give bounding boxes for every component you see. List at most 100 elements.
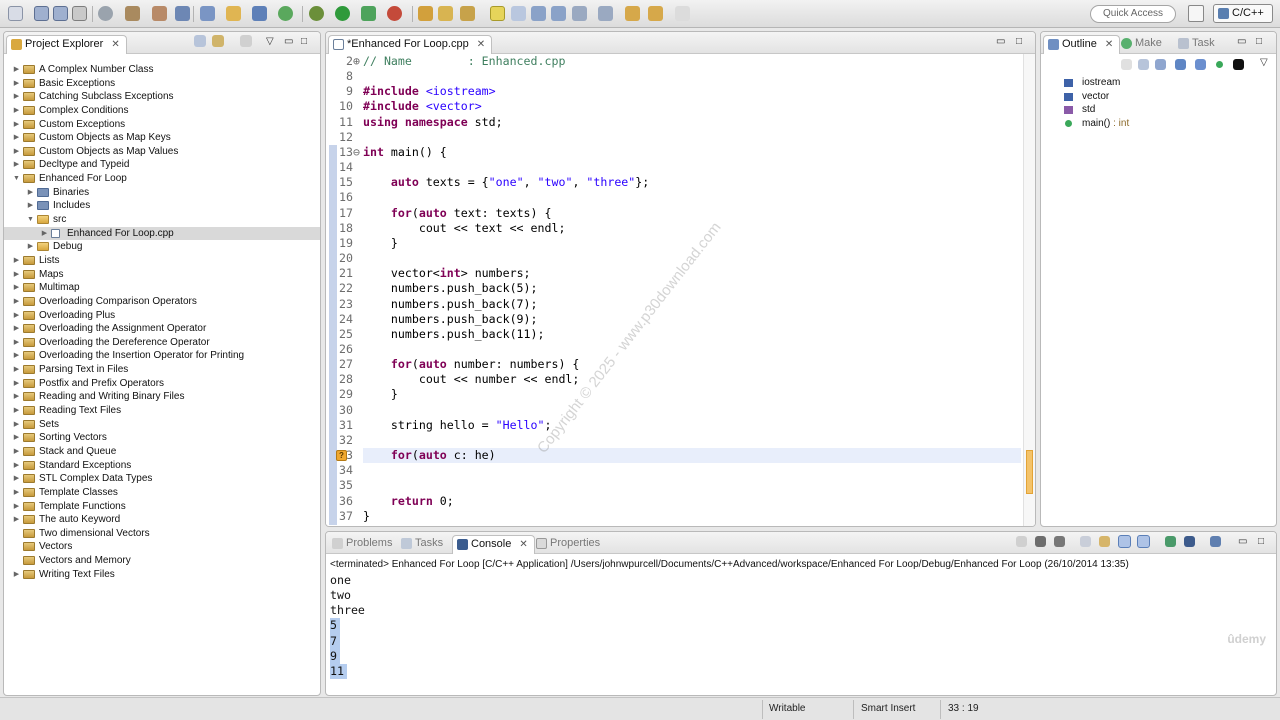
collapsed-arrow-icon[interactable]: ▶	[12, 513, 21, 527]
tree-item[interactable]: ▶ Multimap	[4, 281, 320, 295]
outline-item[interactable]: iostream	[1041, 76, 1276, 90]
maximize-icon[interactable]: □	[301, 37, 307, 47]
close-icon[interactable]: ✕	[1105, 39, 1113, 50]
collapsed-arrow-icon[interactable]: ▶	[12, 268, 21, 282]
scroll-lock-icon[interactable]	[1099, 536, 1110, 547]
back-arrow-icon[interactable]	[648, 6, 663, 21]
tree-item[interactable]: ▶ Overloading Plus	[4, 309, 320, 323]
tree-item[interactable]: ▶ Overloading the Assignment Operator	[4, 322, 320, 336]
tree-item[interactable]: ▶ Debug	[4, 240, 320, 254]
collapsed-arrow-icon[interactable]: ▶	[40, 227, 49, 241]
collapsed-arrow-icon[interactable]: ▶	[12, 309, 21, 323]
view-menu-icon[interactable]: ▽	[266, 37, 274, 47]
tree-item[interactable]: ▶ STL Complex Data Types	[4, 472, 320, 486]
tree-item[interactable]: ▶ Stack and Queue	[4, 445, 320, 459]
tree-item[interactable]: ▶ Decltype and Typeid	[4, 158, 320, 172]
display-console-icon[interactable]	[1184, 536, 1195, 547]
new-class-icon[interactable]	[252, 6, 267, 21]
code-line[interactable]: numbers.push_back(5);	[363, 281, 1021, 296]
tree-item[interactable]: Vectors and Memory	[4, 554, 320, 568]
tab-outline[interactable]: Outline ✕	[1043, 35, 1121, 54]
collapsed-arrow-icon[interactable]: ▶	[26, 240, 35, 254]
tree-item[interactable]: ▶ Custom Objects as Map Values	[4, 145, 320, 159]
tree-item[interactable]: ▶ Catching Subclass Exceptions	[4, 90, 320, 104]
save-icon[interactable]	[34, 6, 49, 21]
tree-item[interactable]: ▶ Parsing Text in Files	[4, 363, 320, 377]
collapsed-arrow-icon[interactable]: ▶	[12, 158, 21, 172]
code-line[interactable]	[363, 433, 1021, 448]
code-line[interactable]	[363, 463, 1021, 478]
minimize-icon[interactable]: ▭	[1237, 37, 1246, 47]
maximize-icon[interactable]: □	[1256, 37, 1262, 47]
view-menu-icon[interactable]: ▽	[1260, 58, 1268, 68]
tree-item[interactable]: ▶ Sorting Vectors	[4, 431, 320, 445]
tree-item[interactable]: ▶ Writing Text Files	[4, 568, 320, 582]
new-source-icon[interactable]	[278, 6, 293, 21]
code-line[interactable]: for(auto text: texts) {	[363, 206, 1021, 221]
toggle-mark-icon[interactable]	[511, 6, 526, 21]
tab-task[interactable]: Task	[1174, 35, 1215, 54]
build-icon[interactable]	[125, 6, 140, 21]
code-line[interactable]: for(auto c: he)	[363, 448, 1021, 464]
next-annotation-icon[interactable]	[572, 6, 587, 21]
close-icon[interactable]: ✕	[519, 539, 527, 550]
collapsed-arrow-icon[interactable]: ▶	[12, 363, 21, 377]
minimize-icon[interactable]: ▭	[284, 37, 293, 47]
collapsed-arrow-icon[interactable]: ▶	[12, 486, 21, 500]
outline-item[interactable]: vector	[1041, 90, 1276, 104]
external-tools-icon[interactable]	[387, 6, 402, 21]
hide-nonpublic-icon[interactable]	[1216, 61, 1223, 68]
new-folder-icon[interactable]	[226, 6, 241, 21]
terminate-icon[interactable]	[1016, 536, 1027, 547]
code-line[interactable]: using namespace std;	[363, 115, 1021, 130]
code-line[interactable]: cout << text << endl;	[363, 221, 1021, 236]
tree-item[interactable]: ▶ Binaries	[4, 186, 320, 200]
tree-item[interactable]: ▶ Standard Exceptions	[4, 459, 320, 473]
code-line[interactable]: numbers.push_back(11);	[363, 327, 1021, 342]
collapsed-arrow-icon[interactable]: ▶	[12, 145, 21, 159]
save-all-icon[interactable]	[53, 6, 68, 21]
code-line[interactable]: return 0;	[363, 494, 1021, 509]
pin-console-icon[interactable]	[1165, 536, 1176, 547]
tree-item[interactable]: ▶ Reading Text Files	[4, 404, 320, 418]
tree-item[interactable]: ▼ src	[4, 213, 320, 227]
back-icon[interactable]	[625, 6, 640, 21]
close-icon[interactable]: ✕	[477, 39, 485, 50]
collapsed-arrow-icon[interactable]: ▶	[12, 568, 21, 582]
code-line[interactable]	[363, 130, 1021, 145]
tree-item[interactable]: ▶ Basic Exceptions	[4, 77, 320, 91]
collapsed-arrow-icon[interactable]: ▶	[12, 431, 21, 445]
code-line[interactable]	[363, 69, 1021, 84]
tree-item[interactable]: ▶ Custom Objects as Map Keys	[4, 131, 320, 145]
code-editor[interactable]: 2⊕ 8 9 10 11 12 13⊖ 14 15 16 17 18 19 20 2…	[326, 54, 1035, 526]
tree-item[interactable]: ▶ Overloading the Dereference Operator	[4, 336, 320, 350]
sort-alpha-icon[interactable]	[1155, 59, 1166, 70]
collapsed-arrow-icon[interactable]: ▶	[12, 390, 21, 404]
prev-annotation-icon[interactable]	[598, 6, 613, 21]
code-line[interactable]: numbers.push_back(9);	[363, 312, 1021, 327]
collapsed-arrow-icon[interactable]: ▶	[12, 322, 21, 336]
outline-item[interactable]: std	[1041, 103, 1276, 117]
run-configs-icon[interactable]	[361, 6, 376, 21]
tree-item[interactable]: ▶ Sets	[4, 418, 320, 432]
open-type-icon[interactable]	[418, 6, 433, 21]
code-line[interactable]: for(auto number: numbers) {	[363, 357, 1021, 372]
collapsed-arrow-icon[interactable]: ▶	[12, 472, 21, 486]
code-line[interactable]	[363, 403, 1021, 418]
open-console-icon[interactable]	[1210, 536, 1221, 547]
print-icon[interactable]	[72, 6, 87, 21]
code-line[interactable]: cout << number << endl;	[363, 372, 1021, 387]
word-wrap-icon[interactable]	[1118, 535, 1131, 548]
code-area[interactable]: // Name : Enhanced.cpp #include <iostrea…	[363, 54, 1021, 524]
remove-launch-icon[interactable]	[1035, 536, 1046, 547]
filter-icon[interactable]	[240, 35, 252, 47]
code-line[interactable]	[363, 478, 1021, 493]
tree-item[interactable]: ▶ The auto Keyword	[4, 513, 320, 527]
quick-access-field[interactable]: Quick Access	[1090, 5, 1176, 23]
code-line[interactable]: numbers.push_back(7);	[363, 297, 1021, 312]
tree-item[interactable]: ▶ Overloading Comparison Operators	[4, 295, 320, 309]
code-line[interactable]: }	[363, 509, 1021, 524]
tab-problems[interactable]: Problems	[328, 535, 392, 554]
perspective-cpp-button[interactable]: C/C++	[1213, 4, 1273, 23]
expanded-arrow-icon[interactable]: ▼	[26, 213, 35, 227]
